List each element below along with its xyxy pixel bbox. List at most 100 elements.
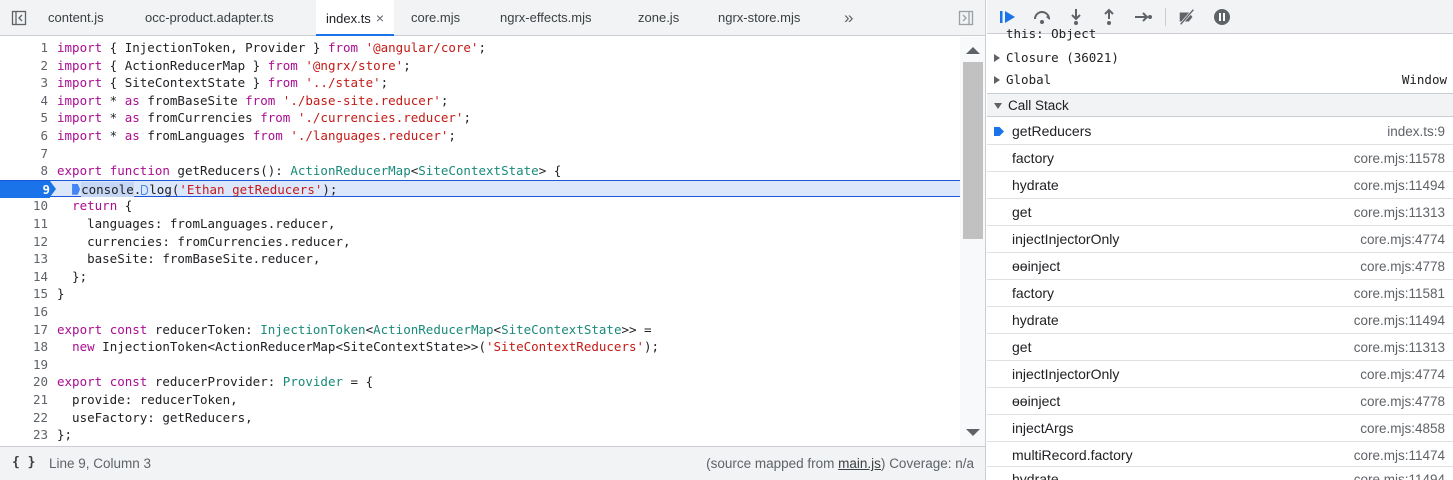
frame-location[interactable]: core.mjs:11494 xyxy=(1354,307,1445,334)
editor-scrollbar[interactable] xyxy=(960,37,985,446)
line-number[interactable]: 4 xyxy=(0,92,48,110)
code-text: ; xyxy=(440,92,449,108)
pretty-print-icon[interactable]: { } xyxy=(12,455,35,470)
frame-location[interactable]: core.mjs:4778 xyxy=(1360,253,1445,280)
inline-breakpoint-icon[interactable] xyxy=(72,183,81,195)
line-number[interactable]: 1 xyxy=(0,39,48,57)
call-frame[interactable]: injectInjectorOnly core.mjs:4774 xyxy=(987,226,1453,253)
code-editor[interactable]: 1 import { InjectionToken, Provider } fro… xyxy=(0,37,960,446)
scope-this-row[interactable]: this: Object xyxy=(987,29,1453,43)
collapse-pane-icon[interactable] xyxy=(957,9,975,27)
frame-location[interactable]: core.mjs:11474 xyxy=(1354,442,1445,469)
keyword: export xyxy=(57,163,103,179)
line-number[interactable]: 7 xyxy=(0,145,48,163)
line-number[interactable]: 15 xyxy=(0,285,48,303)
line-number[interactable]: 6 xyxy=(0,127,48,145)
scroll-up-icon[interactable] xyxy=(966,47,980,54)
call-frame[interactable]: get core.mjs:11313 xyxy=(987,199,1453,226)
call-frame[interactable]: injectInjectorOnly core.mjs:4774 xyxy=(987,361,1453,388)
line-number[interactable]: 10 xyxy=(0,197,48,215)
tab-core-mjs[interactable]: core.mjs xyxy=(401,0,470,36)
call-frame[interactable]: getReducers index.ts:9 xyxy=(987,118,1453,145)
line-number[interactable]: 12 xyxy=(0,233,48,251)
string: './currencies.reducer' xyxy=(297,110,464,126)
call-frame[interactable]: hydrate core.mjs:11494 xyxy=(987,466,1453,480)
line-number[interactable]: 9 xyxy=(0,180,56,199)
line-number[interactable]: 23 xyxy=(0,426,48,444)
close-icon[interactable]: × xyxy=(376,10,384,26)
keyword: const xyxy=(109,321,148,337)
call-frame[interactable]: multiRecord.factory core.mjs:11474 xyxy=(987,442,1453,467)
tab-ngrx-effects[interactable]: ngrx-effects.mjs xyxy=(490,0,602,36)
tab-zone-js[interactable]: zone.js xyxy=(628,0,689,36)
line-number[interactable]: 11 xyxy=(0,215,48,233)
line-number[interactable]: 16 xyxy=(0,303,48,321)
frame-location[interactable]: core.mjs:11578 xyxy=(1354,145,1445,172)
frame-location[interactable]: core.mjs:11581 xyxy=(1354,280,1445,307)
source-pane: content.js occ-product.adapter.ts index.… xyxy=(0,0,986,480)
expand-caret-icon[interactable] xyxy=(994,54,1000,62)
line-number[interactable]: 20 xyxy=(0,373,48,391)
overflow-chevron-icon[interactable]: » xyxy=(844,0,853,36)
call-frame[interactable]: ɵɵinject core.mjs:4778 xyxy=(987,253,1453,280)
frame-location[interactable]: core.mjs:11313 xyxy=(1354,334,1445,361)
scope-closure-row[interactable]: Closure (36021) xyxy=(987,47,1453,68)
frame-location[interactable]: core.mjs:11494 xyxy=(1354,172,1445,199)
expand-caret-icon[interactable] xyxy=(994,76,1000,84)
code-text: log( xyxy=(149,181,180,197)
step-out-icon[interactable] xyxy=(1099,7,1119,27)
frame-location[interactable]: core.mjs:11313 xyxy=(1354,199,1445,226)
frame-location[interactable]: core.mjs:11494 xyxy=(1354,466,1445,480)
code-text: getReducers(): xyxy=(169,163,291,179)
deactivate-breakpoints-icon[interactable] xyxy=(1177,7,1197,27)
step-over-icon[interactable] xyxy=(1032,7,1052,27)
scope-global-row[interactable]: Global Window xyxy=(987,69,1453,90)
keyword: new xyxy=(72,339,95,355)
current-execution-line: 9 console. log('Ethan getReducers'); xyxy=(0,179,960,199)
call-frame[interactable]: injectArgs core.mjs:4858 xyxy=(987,415,1453,442)
tab-ngrx-store[interactable]: ngrx-store.mjs xyxy=(708,0,810,36)
frame-location[interactable]: index.ts:9 xyxy=(1387,118,1445,145)
line-number[interactable]: 18 xyxy=(0,338,48,356)
tab-occ-product-adapter[interactable]: occ-product.adapter.ts xyxy=(135,0,284,36)
keyword: import xyxy=(57,75,103,91)
call-frame[interactable]: factory core.mjs:11581 xyxy=(987,280,1453,307)
line-number[interactable]: 8 xyxy=(0,162,48,180)
call-frame[interactable]: ɵɵinject core.mjs:4778 xyxy=(987,388,1453,415)
scrollbar-thumb[interactable] xyxy=(963,62,983,239)
step-into-icon[interactable] xyxy=(1066,7,1086,27)
tab-content-js[interactable]: content.js xyxy=(38,0,114,36)
call-frame[interactable]: factory core.mjs:11578 xyxy=(987,145,1453,172)
code-line: 6 import * as fromLanguages from './langu… xyxy=(0,127,960,145)
line-number[interactable]: 13 xyxy=(0,250,48,268)
frame-location[interactable]: core.mjs:4858 xyxy=(1360,415,1445,442)
line-number[interactable]: 17 xyxy=(0,321,48,339)
pause-on-exceptions-icon[interactable] xyxy=(1212,7,1232,27)
resume-icon[interactable] xyxy=(998,7,1018,27)
inline-breakpoint-icon[interactable] xyxy=(141,184,149,195)
sidebar-toggle-icon[interactable] xyxy=(10,9,28,27)
frame-location[interactable]: core.mjs:4774 xyxy=(1360,361,1445,388)
call-frame[interactable]: hydrate core.mjs:11494 xyxy=(987,172,1453,199)
line-number[interactable]: 22 xyxy=(0,409,48,427)
frame-location[interactable]: core.mjs:4778 xyxy=(1360,388,1445,415)
keyword: export xyxy=(57,321,103,337)
line-number[interactable]: 21 xyxy=(0,391,48,409)
scroll-down-icon[interactable] xyxy=(966,429,980,436)
line-number[interactable]: 2 xyxy=(0,57,48,75)
frame-location[interactable]: core.mjs:4774 xyxy=(1360,226,1445,253)
line-number[interactable]: 3 xyxy=(0,74,48,92)
source-map-link[interactable]: main.js xyxy=(838,456,881,471)
step-icon[interactable] xyxy=(1133,7,1153,27)
tab-index-ts[interactable]: index.ts × xyxy=(316,0,394,36)
line-number[interactable]: 5 xyxy=(0,109,48,127)
code-line: 17 export const reducerToken: InjectionTo… xyxy=(0,321,960,339)
collapse-caret-icon[interactable] xyxy=(994,103,1002,109)
call-frame[interactable]: hydrate core.mjs:11494 xyxy=(987,307,1453,334)
line-number[interactable]: 14 xyxy=(0,268,48,286)
call-frame[interactable]: get core.mjs:11313 xyxy=(987,334,1453,361)
code-text: ; xyxy=(478,40,486,55)
call-stack-header[interactable]: Call Stack xyxy=(987,93,1453,117)
line-number[interactable]: 19 xyxy=(0,356,48,374)
